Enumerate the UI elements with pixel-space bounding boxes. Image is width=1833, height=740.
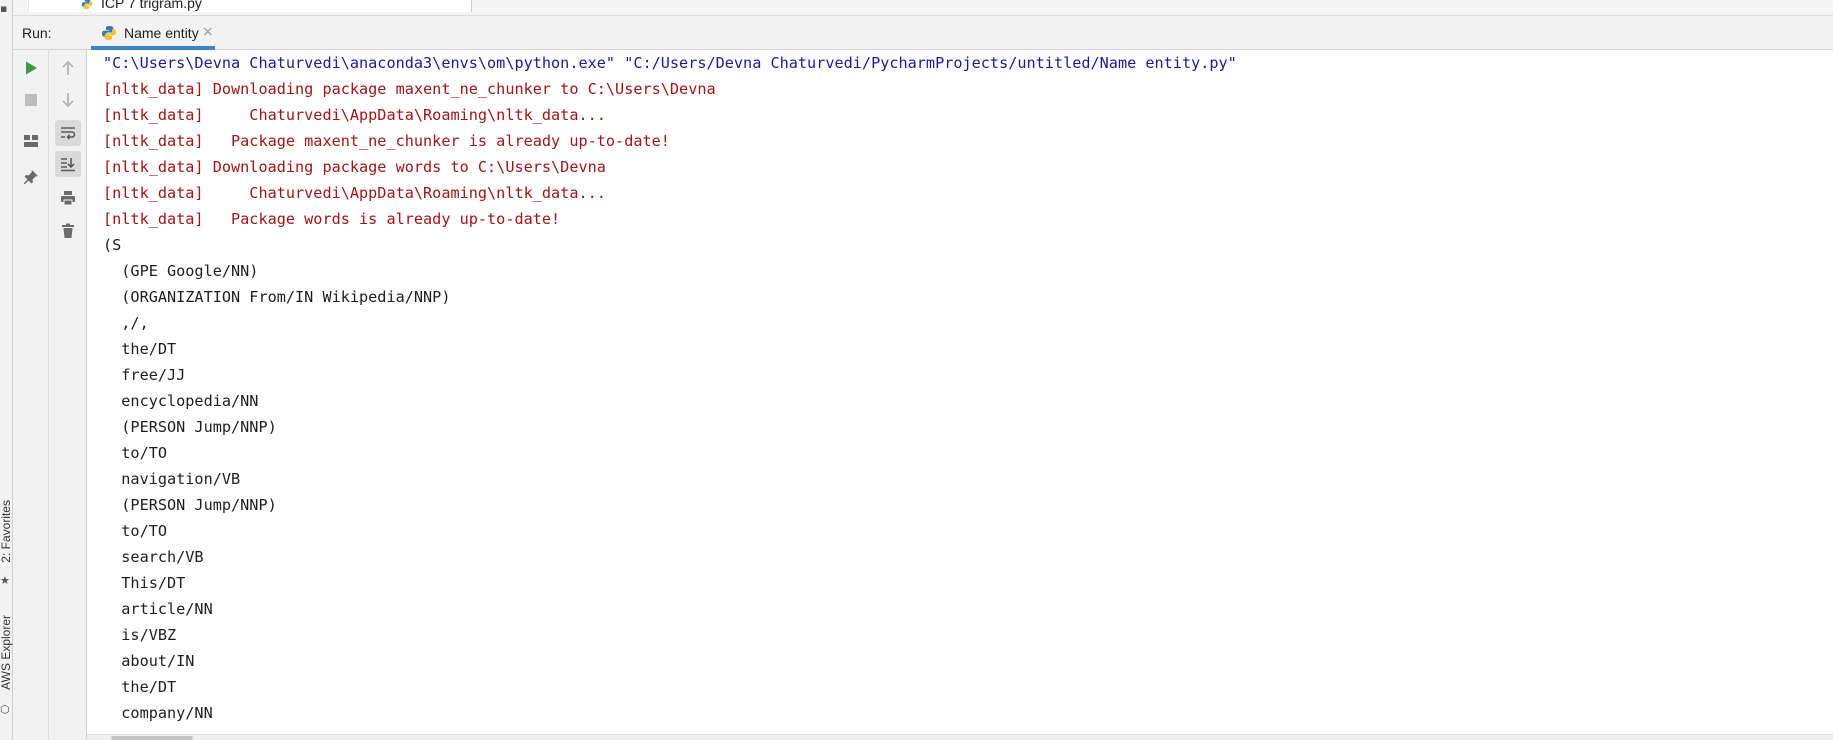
scroll-to-end-icon — [61, 158, 75, 172]
console-line: (ORGANIZATION From/IN Wikipedia/NNP) — [103, 288, 451, 306]
console-line: [nltk_data] Downloading package words to… — [103, 158, 606, 176]
run-label: Run: — [22, 25, 52, 41]
run-toolbar-secondary — [49, 50, 87, 740]
tab-title: Name entity — [124, 25, 199, 41]
trash-icon — [62, 223, 74, 238]
layout-icon — [24, 135, 38, 147]
rerun-button[interactable] — [18, 55, 44, 81]
play-icon — [26, 61, 37, 75]
clear-all-button[interactable] — [55, 218, 81, 244]
console-line: free/JJ — [103, 366, 186, 384]
console-line: "C:\Users\Devna Chaturvedi\anaconda3\env… — [103, 54, 1237, 72]
console-line: (PERSON Jump/NNP) — [103, 496, 277, 514]
console-line: [nltk_data] Package maxent_ne_chunker is… — [103, 132, 670, 150]
star-icon[interactable]: ★ — [0, 574, 10, 587]
arrow-down-icon — [62, 93, 74, 108]
tab-name-entity[interactable]: Name entity × — [91, 16, 219, 50]
console-line: [nltk_data] Chaturvedi\AppData\Roaming\n… — [103, 184, 606, 202]
next-occurrence-button[interactable] — [55, 87, 81, 113]
favorites-tool-button[interactable]: 2: Favorites — [0, 500, 13, 563]
structure-icon[interactable]: ▪ — [0, 2, 7, 15]
console-line: [nltk_data] Package words is already up-… — [103, 210, 561, 228]
scrollbar-thumb[interactable] — [111, 736, 193, 740]
arrow-up-icon — [62, 60, 74, 75]
console-output[interactable]: "C:\Users\Devna Chaturvedi\anaconda3\env… — [87, 50, 1833, 734]
console-line: about/IN — [103, 652, 195, 670]
console-line: (GPE Google/NN) — [103, 262, 259, 280]
print-icon — [61, 191, 75, 206]
print-button[interactable] — [55, 185, 81, 211]
previous-occurrence-button[interactable] — [55, 55, 81, 81]
pin-icon — [24, 170, 38, 184]
console-line: to/TO — [103, 444, 168, 462]
aws-explorer-tool-button[interactable]: AWS Explorer — [0, 615, 13, 690]
console-line: ,/, — [103, 314, 149, 332]
scroll-to-end-button[interactable] — [55, 151, 81, 177]
close-icon[interactable]: × — [202, 24, 214, 40]
left-tool-window-strip: ▪ 2: Favorites ★ AWS Explorer ⬡ — [0, 0, 13, 740]
console-line: This/DT — [103, 574, 186, 592]
console-line: navigation/VB — [103, 470, 241, 488]
python-file-icon — [81, 0, 93, 10]
run-tool-window-header: Run: Name entity × — [13, 16, 1833, 50]
run-toolbar-primary — [13, 50, 49, 740]
soft-wrap-button[interactable] — [55, 120, 81, 146]
tree-item-trigram[interactable]: ICP 7 trigram.py — [28, 0, 472, 12]
console-line: search/VB — [103, 548, 204, 566]
console-line: is/VBZ — [103, 626, 177, 644]
restore-layout-button[interactable] — [18, 128, 44, 154]
console-line: [nltk_data] Downloading package maxent_n… — [103, 80, 716, 98]
console-line: the/DT — [103, 340, 177, 358]
console-line: to/TO — [103, 522, 168, 540]
console-line: the/DT — [103, 678, 177, 696]
console-line: [nltk_data] Chaturvedi\AppData\Roaming\n… — [103, 106, 606, 124]
console-line: (PERSON Jump/NNP) — [103, 418, 277, 436]
console-line: company/NN — [103, 704, 213, 722]
console-line: article/NN — [103, 600, 213, 618]
python-icon — [102, 26, 116, 40]
project-tree-remnant: ICP 7 trigram.py — [13, 0, 1833, 16]
aws-cube-icon[interactable]: ⬡ — [0, 703, 10, 716]
pin-tab-button[interactable] — [18, 164, 44, 190]
console-line: (S — [103, 236, 122, 254]
soft-wrap-icon — [61, 127, 76, 140]
console-line: encyclopedia/NN — [103, 392, 259, 410]
stop-icon — [25, 94, 37, 106]
tree-item-label: ICP 7 trigram.py — [101, 0, 202, 11]
stop-button[interactable] — [18, 87, 44, 113]
horizontal-scrollbar[interactable] — [87, 734, 1833, 740]
